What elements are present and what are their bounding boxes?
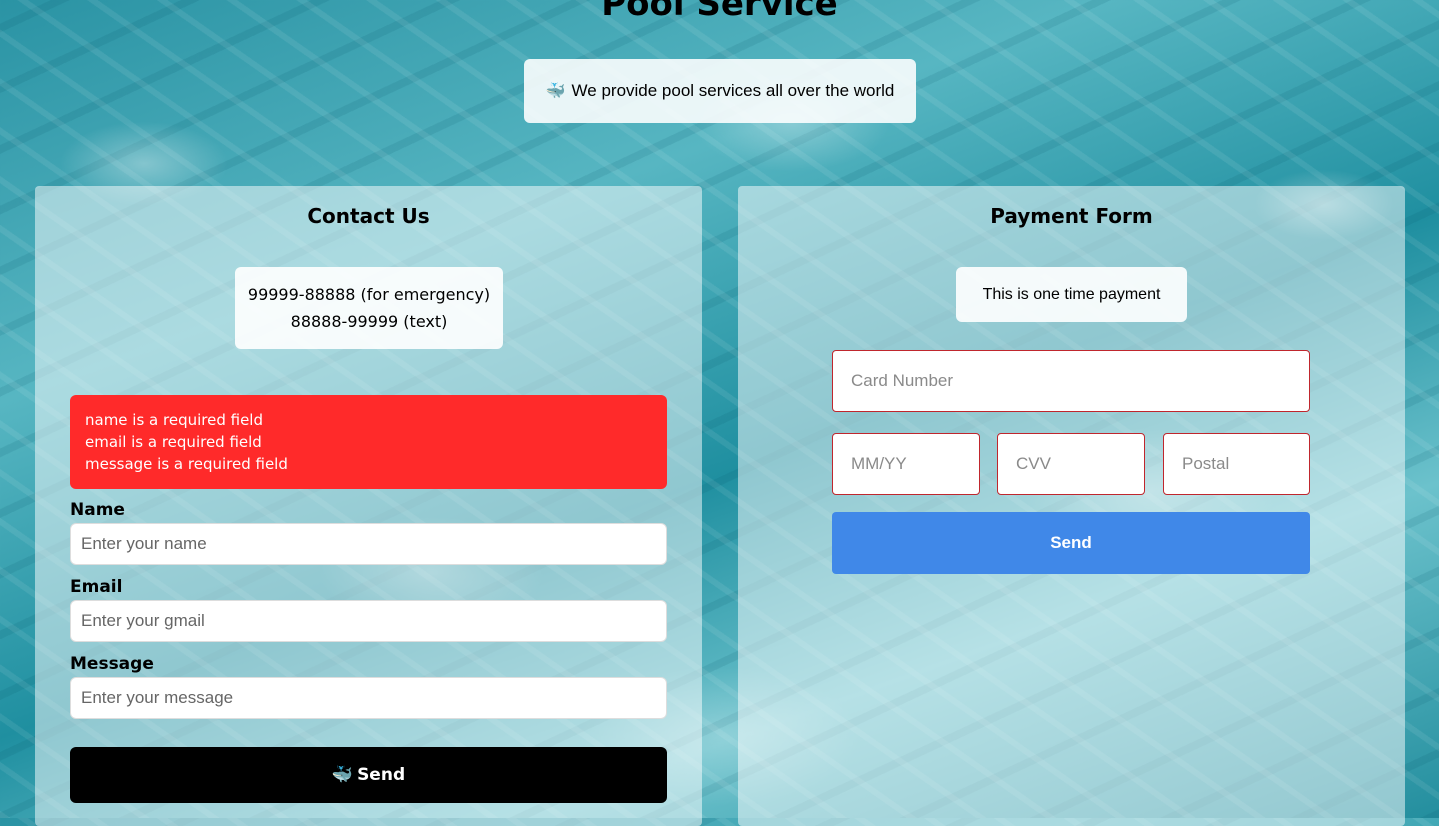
name-label: Name — [70, 500, 125, 520]
card-number-input[interactable] — [832, 350, 1310, 412]
cvv-input[interactable] — [997, 433, 1145, 495]
message-input[interactable] — [70, 677, 667, 719]
name-input[interactable] — [70, 523, 667, 565]
error-message: message is a required field — [85, 455, 288, 473]
contact-send-label: Send — [357, 765, 406, 785]
expiry-input[interactable] — [832, 433, 980, 495]
payment-title: Payment Form — [990, 204, 1153, 228]
tagline-banner: 🐳 We provide pool services all over the … — [524, 59, 916, 123]
validation-error-box: name is a required field email is a requ… — [70, 395, 667, 489]
error-name: name is a required field — [85, 411, 264, 429]
postal-input[interactable] — [1163, 433, 1310, 495]
page-title: Pool Service — [601, 0, 838, 24]
contact-send-button[interactable]: 🐳 Send — [70, 747, 667, 803]
email-input[interactable] — [70, 600, 667, 642]
payment-send-button[interactable]: Send — [832, 512, 1310, 574]
tagline-text: We provide pool services all over the wo… — [571, 81, 895, 100]
whale-icon: 🐳 — [331, 765, 354, 785]
emergency-phone: 99999-88888 (for emergency) — [247, 285, 491, 304]
contact-title: Contact Us — [307, 204, 430, 228]
whale-icon: 🐳 — [545, 83, 566, 100]
payment-panel: Payment Form This is one time payment Se… — [738, 186, 1405, 826]
text-phone: 88888-99999 (text) — [290, 312, 448, 331]
contact-panel: Contact Us 99999-88888 (for emergency) 8… — [35, 186, 702, 826]
phone-info-box: 99999-88888 (for emergency) 88888-99999 … — [235, 267, 503, 349]
message-label: Message — [70, 654, 154, 674]
email-label: Email — [70, 577, 123, 597]
payment-note: This is one time payment — [956, 267, 1187, 322]
error-email: email is a required field — [85, 433, 262, 451]
